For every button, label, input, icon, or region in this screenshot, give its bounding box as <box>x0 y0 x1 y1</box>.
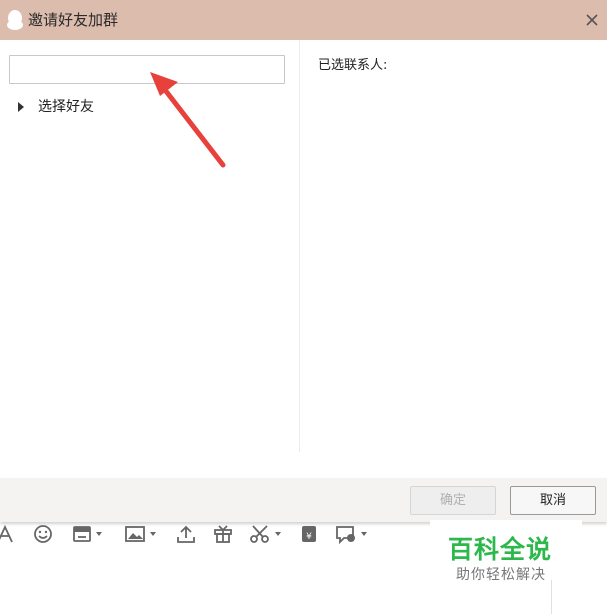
window-title: 邀请好友加群 <box>28 11 119 29</box>
input-divider <box>551 580 552 614</box>
svg-text:¥: ¥ <box>306 532 312 542</box>
image-icon[interactable] <box>124 520 156 548</box>
watermark-logo: 百科全说 助你轻松解决 <box>430 520 582 590</box>
chevron-down-icon[interactable] <box>96 532 102 536</box>
tree-item-select-friends[interactable]: 选择好友 <box>18 96 94 118</box>
chat-settings-icon[interactable] <box>335 520 367 548</box>
watermark-main-text: 百科全说 <box>448 535 553 564</box>
panel-divider <box>299 40 300 452</box>
expand-triangle-icon[interactable] <box>18 102 24 112</box>
chat-toolbar: ¥ <box>0 520 430 550</box>
upload-icon[interactable] <box>176 520 196 548</box>
font-icon[interactable] <box>0 520 14 548</box>
search-input[interactable] <box>9 55 285 84</box>
chevron-down-icon[interactable] <box>150 532 156 536</box>
watermark-sub-text: 助你轻松解决 <box>456 567 546 583</box>
qq-penguin-icon <box>7 10 23 30</box>
gift-icon[interactable] <box>213 520 233 548</box>
confirm-button[interactable]: 确定 <box>410 486 496 515</box>
tree-item-label: 选择好友 <box>38 99 94 115</box>
close-icon[interactable] <box>582 10 602 30</box>
scissors-icon[interactable] <box>249 520 281 548</box>
title-bar: 邀请好友加群 <box>0 0 607 40</box>
emoji-icon[interactable] <box>33 520 53 548</box>
cancel-button[interactable]: 取消 <box>510 486 596 515</box>
red-packet-icon[interactable]: ¥ <box>299 520 319 548</box>
selected-contacts-label: 已选联系人: <box>318 58 388 73</box>
chevron-down-icon[interactable] <box>275 532 281 536</box>
chevron-down-icon[interactable] <box>361 532 367 536</box>
screenshot-icon[interactable] <box>72 520 102 548</box>
